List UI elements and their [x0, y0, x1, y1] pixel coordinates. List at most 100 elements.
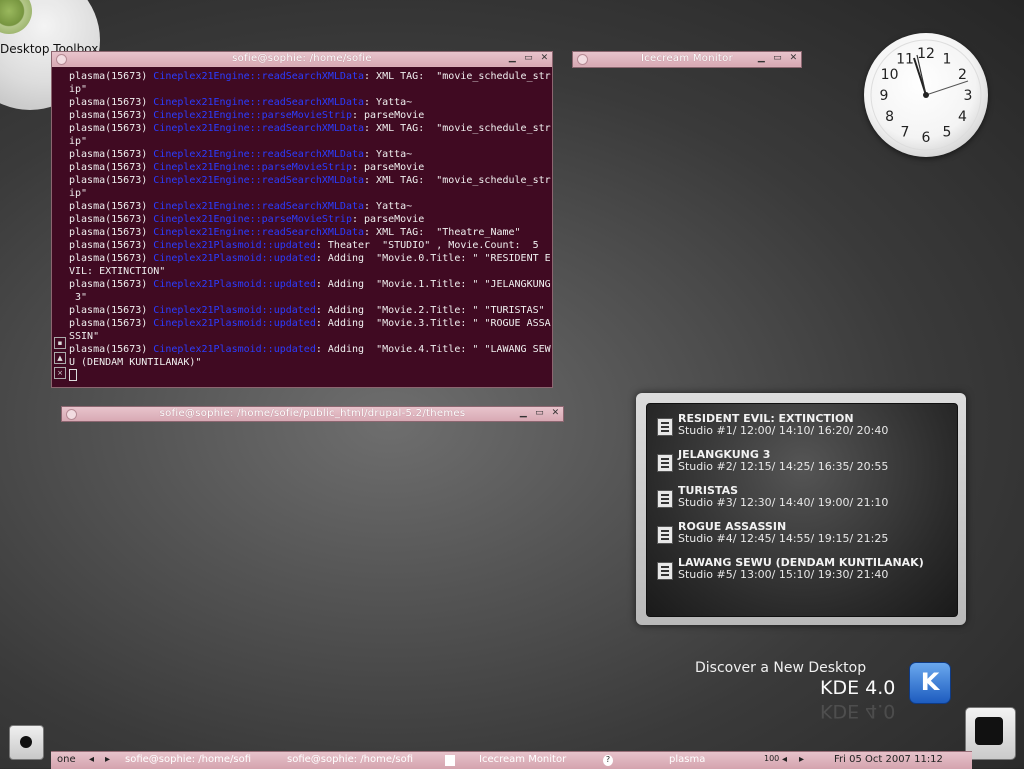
- function-name: Cineplex21Engine::readSearchXMLData: [153, 227, 365, 238]
- terminal-line: VIL: EXTINCTION": [69, 265, 550, 278]
- terminal-line: plasma(15673) Cineplex21Plasmoid::update…: [69, 304, 550, 317]
- terminal-titlebar[interactable]: sofie@sophie: /home/sofie ▁ ▭ ✕: [52, 52, 552, 66]
- log-text: plasma(15673): [69, 97, 154, 108]
- clock-numeral: 3: [964, 88, 973, 104]
- terminal-line: plasma(15673) Cineplex21Engine::parseMov…: [69, 109, 550, 122]
- clock-numeral: 2: [958, 67, 967, 83]
- plasma-icon[interactable]: ?: [603, 755, 613, 766]
- log-text: plasma(15673): [69, 149, 154, 160]
- log-text: plasma(15673): [69, 123, 154, 134]
- log-text: : Yatta~: [364, 149, 413, 160]
- taskbar-clock[interactable]: Fri 05 Oct 2007 11:12: [834, 754, 943, 765]
- terminal-window[interactable]: sofie@sophie: /home/sofie ▁ ▭ ✕ ▪ ▲ × pl…: [51, 51, 553, 388]
- bookmark-icon[interactable]: ▪: [54, 337, 66, 349]
- log-text: plasma(15673): [69, 214, 154, 225]
- terminal-line: plasma(15673) Cineplex21Plasmoid::update…: [69, 278, 551, 291]
- task-button-terminal[interactable]: sofie@sophie: /home/sofi: [125, 754, 251, 765]
- window-menu-icon[interactable]: [66, 409, 77, 420]
- terminal-line: plasma(15673) Cineplex21Engine::readSear…: [69, 122, 551, 135]
- log-text: plasma(15673): [69, 344, 154, 355]
- function-name: Cineplex21Engine::readSearchXMLData: [153, 71, 365, 82]
- maximize-icon[interactable]: ▭: [534, 408, 545, 419]
- icecream-monitor-window[interactable]: Icecream Monitor ▁ ▭ ✕: [572, 51, 802, 68]
- log-text: plasma(15673): [69, 240, 154, 251]
- plasma-menu-button[interactable]: [9, 725, 44, 760]
- log-text: plasma(15673): [69, 279, 154, 290]
- film-clapper-icon: [657, 562, 673, 580]
- window-menu-icon[interactable]: [577, 54, 588, 65]
- analog-clock-widget[interactable]: 12 1 2 3 4 5 6 7 8 9 10 11: [864, 33, 988, 157]
- minimize-icon[interactable]: ▁: [507, 53, 518, 64]
- icecream-titlebar[interactable]: Icecream Monitor ▁ ▭ ✕: [573, 52, 801, 66]
- film-clapper-icon: [657, 418, 673, 436]
- desktop-switcher[interactable]: one: [57, 754, 76, 765]
- clock-numeral: 5: [943, 124, 952, 140]
- movie-schedule: Studio #2/ 12:15/ 14:25/ 16:35/ 20:55: [678, 460, 889, 473]
- x-icon[interactable]: ×: [54, 367, 66, 379]
- terminal-line: plasma(15673) Cineplex21Plasmoid::update…: [69, 252, 551, 265]
- taskbar: one ◂ ▸ sofie@sophie: /home/sofi sofie@s…: [51, 751, 972, 769]
- window-title: sofie@sophie: /home/sofie/public_html/dr…: [159, 408, 466, 419]
- triangle-icon[interactable]: ▲: [54, 352, 66, 364]
- movie-entry[interactable]: ROGUE ASSASSIN Studio #4/ 12:45/ 14:55/ 1…: [657, 520, 947, 554]
- prev-icon[interactable]: ◂: [782, 754, 787, 765]
- movie-entry[interactable]: LAWANG SEWU (DENDAM KUNTILANAK) Studio #5…: [657, 556, 947, 590]
- close-icon[interactable]: ✕: [539, 53, 550, 64]
- desktop-corner-button[interactable]: [965, 707, 1016, 760]
- function-name: Cineplex21Plasmoid::updated: [153, 318, 316, 329]
- minimize-icon[interactable]: ▁: [756, 53, 767, 64]
- clock-numeral: 11: [896, 52, 914, 68]
- close-icon[interactable]: ✕: [550, 408, 561, 419]
- kde-tagline: Discover a New Desktop: [695, 660, 867, 676]
- log-text: plasma(15673): [69, 201, 154, 212]
- maximize-icon[interactable]: ▭: [772, 53, 783, 64]
- log-text: U (DENDAM KUNTILANAK)": [69, 357, 202, 368]
- minimize-icon[interactable]: ▁: [518, 408, 529, 419]
- maximize-icon[interactable]: ▭: [523, 53, 534, 64]
- terminal-line: ip": [69, 83, 550, 96]
- log-text: : Theater "STUDIO" , Movie.Count: 5: [315, 240, 539, 251]
- prev-desktop-icon[interactable]: ◂: [89, 754, 94, 765]
- next-icon[interactable]: ▸: [799, 754, 804, 765]
- function-name: Cineplex21Plasmoid::updated: [153, 305, 316, 316]
- terminal-line: U (DENDAM KUNTILANAK)": [69, 356, 550, 369]
- document-icon[interactable]: [445, 755, 455, 766]
- movie-entry[interactable]: TURISTAS Studio #3/ 12:30/ 14:40/ 19:00/ …: [657, 484, 947, 518]
- function-name: Cineplex21Engine::readSearchXMLData: [153, 123, 365, 134]
- movie-schedule: Studio #5/ 13:00/ 15:10/ 19:30/ 21:40: [678, 568, 889, 581]
- terminal-line: SSIN": [69, 330, 550, 343]
- terminal-gutter: ▪ ▲ ×: [54, 337, 66, 382]
- log-text: plasma(15673): [69, 175, 154, 186]
- pager-value[interactable]: 100: [764, 754, 779, 763]
- task-button-plasma[interactable]: plasma: [669, 754, 705, 765]
- clock-numeral: 7: [901, 124, 910, 140]
- terminal-line: plasma(15673) Cineplex21Engine::readSear…: [69, 148, 550, 161]
- task-button-terminal[interactable]: sofie@sophie: /home/sofi: [287, 754, 413, 765]
- close-icon[interactable]: ✕: [788, 53, 799, 64]
- next-desktop-icon[interactable]: ▸: [105, 754, 110, 765]
- cinema-schedule-widget[interactable]: RESIDENT EVIL: EXTINCTION Studio #1/ 12:0…: [636, 393, 966, 625]
- function-name: Cineplex21Plasmoid::updated: [153, 279, 316, 290]
- terminal-line: plasma(15673) Cineplex21Engine::readSear…: [69, 226, 550, 239]
- square-icon: [975, 717, 1003, 745]
- terminal-output[interactable]: ▪ ▲ × plasma(15673) Cineplex21Engine::re…: [52, 67, 552, 387]
- log-text: plasma(15673): [69, 162, 154, 173]
- movie-entry[interactable]: RESIDENT EVIL: EXTINCTION Studio #1/ 12:0…: [657, 412, 947, 446]
- task-button-icecream[interactable]: Icecream Monitor: [479, 754, 566, 765]
- window-menu-icon[interactable]: [56, 54, 67, 65]
- clock-face: 12 12 3 45678 9 1011: [870, 39, 982, 151]
- clock-numeral: 6: [922, 130, 931, 146]
- terminal-titlebar[interactable]: sofie@sophie: /home/sofie/public_html/dr…: [62, 407, 563, 421]
- log-text: 3": [69, 292, 88, 303]
- film-clapper-icon: [657, 490, 673, 508]
- terminal-prompt-line[interactable]: [69, 369, 550, 384]
- log-text: : parseMovie: [351, 162, 425, 173]
- clock-numeral: 8: [885, 109, 894, 125]
- clock-second-hand: [925, 80, 969, 96]
- log-text: : Adding "Movie.0.Title: " "RESIDENT E: [315, 253, 551, 264]
- terminal-line: plasma(15673) Cineplex21Engine::readSear…: [69, 70, 551, 83]
- movie-entry[interactable]: JELANGKUNG 3 Studio #2/ 12:15/ 14:25/ 16:…: [657, 448, 947, 482]
- terminal-window-shaded[interactable]: sofie@sophie: /home/sofie/public_html/dr…: [61, 406, 564, 422]
- clock-numeral: 12: [917, 46, 935, 62]
- function-name: Cineplex21Engine::parseMovieStrip: [153, 214, 352, 225]
